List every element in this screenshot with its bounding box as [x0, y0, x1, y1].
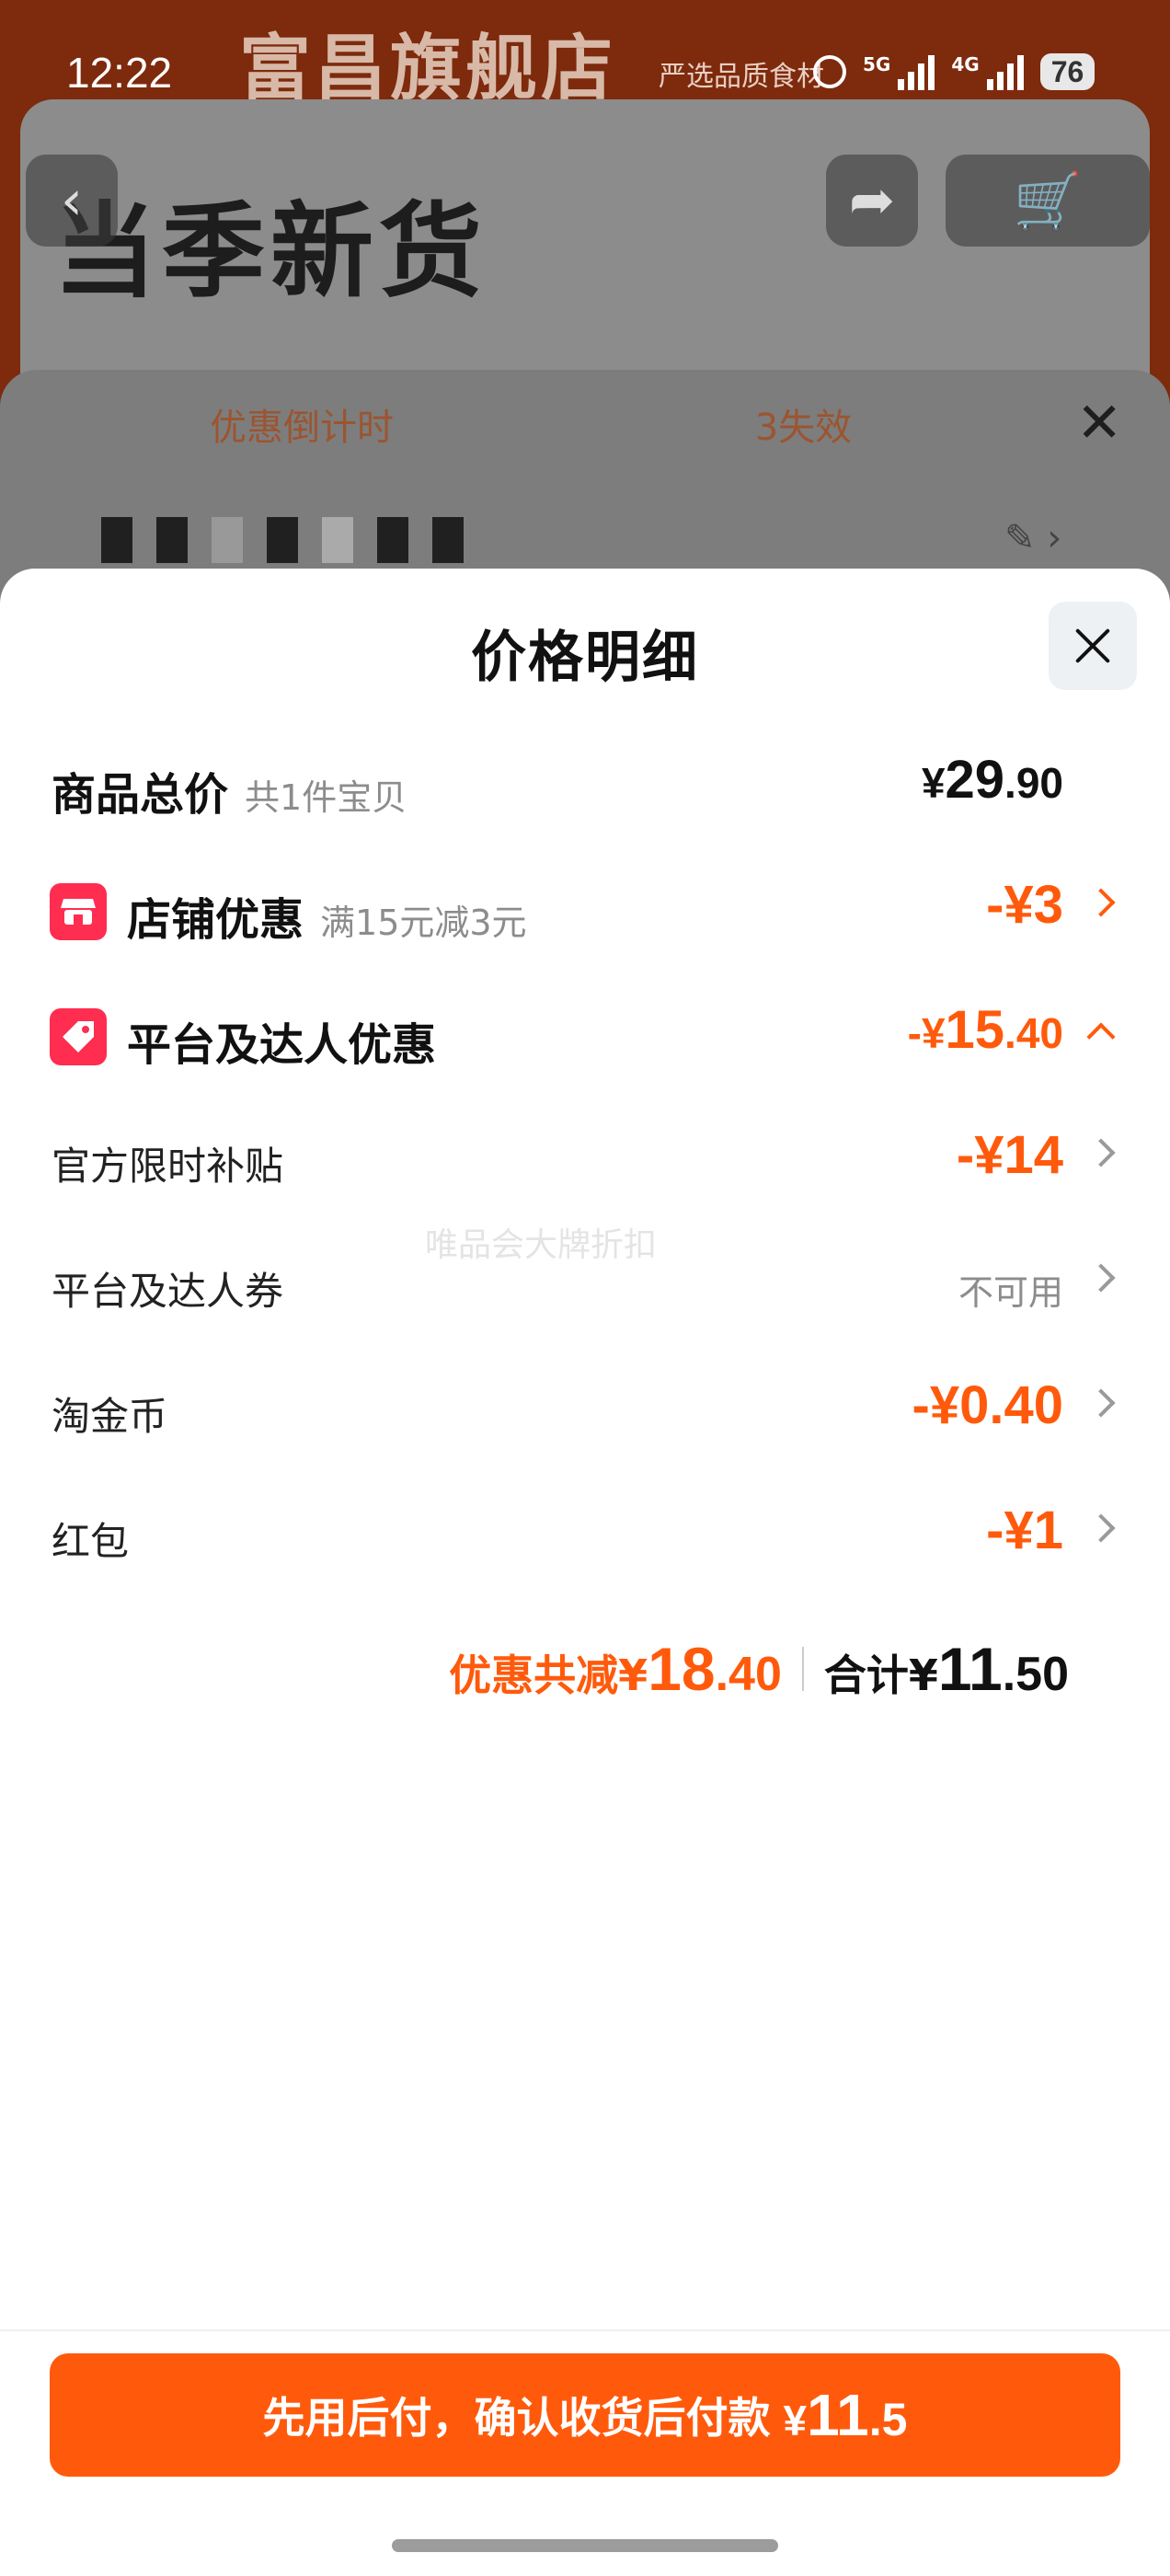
sheet-title: 价格明细 [471, 626, 699, 690]
sub-item-row[interactable]: 官方限时补贴 -¥14 [0, 1111, 1170, 1203]
close-icon [1073, 627, 1112, 665]
total-label: 合计¥ [823, 1650, 938, 1700]
sub-item-label: 官方限时补贴 [52, 1144, 284, 1189]
total-amount: 11.50 [937, 1635, 1069, 1703]
platform-discount-row[interactable]: 平台及达人优惠 -¥15.40 [0, 986, 1170, 1078]
goods-total-row: 商品总价 共1件宝贝 ¥29.90 [0, 736, 1170, 828]
price-summary: 优惠共减¥ 18.40 合计¥ 11.50 [449, 1634, 1069, 1704]
battery-level: 76 [1039, 53, 1095, 90]
goods-count-hint: 共1件宝贝 [245, 777, 407, 818]
chevron-right-icon [1086, 1388, 1116, 1418]
shop-discount-amount: -¥3 [986, 875, 1063, 935]
platform-discount-label: 平台及达人优惠 [127, 1019, 437, 1071]
sub-item-amount: -¥0.40 [912, 1375, 1063, 1435]
summary-divider [801, 1647, 804, 1691]
sub-item-status: 不可用 [958, 1272, 1063, 1313]
chevron-right-icon [1086, 1513, 1116, 1543]
edit-icon: ✎ › [1004, 517, 1062, 559]
sub-item-label: 平台及达人券 [52, 1269, 284, 1314]
sub-item-amount: -¥14 [956, 1125, 1063, 1185]
goods-total-label: 商品总价 [52, 769, 229, 821]
signal-icon-2 [986, 53, 1024, 90]
sub-item-amount: -¥1 [986, 1501, 1063, 1560]
sub-item-label: 淘金币 [52, 1394, 168, 1439]
status-icons: 5G 4G 76 [813, 53, 1095, 90]
chevron-right-icon [1086, 888, 1116, 917]
status-bar: 12:22 5G 4G 76 [0, 0, 1170, 138]
sub-item-row[interactable]: 红包 -¥1 [0, 1487, 1170, 1579]
store-icon [50, 883, 107, 940]
pixelated-address [101, 517, 464, 563]
tag-icon [50, 1008, 107, 1065]
pay-button-label: 先用后付，确认收货后付款 [262, 2393, 771, 2443]
close-button[interactable] [1049, 602, 1137, 690]
footer-divider [0, 2329, 1170, 2331]
cart-icon: 🛒 [946, 155, 1150, 247]
price-detail-sheet: 价格明细 商品总价 共1件宝贝 ¥29.90 店铺优惠 满15元减3元 -¥3 平台… [0, 569, 1170, 2576]
signal-icon [898, 53, 935, 90]
pay-button-price: ¥11.5 [783, 2382, 908, 2448]
product-headline: 当季新货 [53, 192, 488, 312]
goods-total-amount: ¥29.90 [921, 750, 1063, 810]
shop-discount-hint: 满15元减3元 [320, 903, 527, 943]
chevron-right-icon [1086, 1263, 1116, 1293]
countdown-text: 优惠倒计时 3失效 [210, 407, 853, 449]
sub-item-row[interactable]: 淘金币 -¥0.40 [0, 1362, 1170, 1454]
back-icon: ‹ [26, 155, 118, 247]
alarm-icon [813, 55, 846, 88]
chevron-up-icon [1086, 1022, 1116, 1052]
share-icon: ➦ [826, 155, 918, 247]
home-indicator[interactable] [392, 2539, 778, 2552]
background-close-icon: ✕ [1076, 391, 1123, 455]
shop-discount-label: 店铺优惠 [127, 894, 304, 946]
sub-item-label: 红包 [52, 1519, 130, 1564]
network-label-1: 5G [863, 53, 891, 75]
chevron-right-icon [1086, 1138, 1116, 1167]
status-time: 12:22 [66, 49, 173, 97]
savings-amount: 18.40 [648, 1635, 782, 1703]
pay-later-button[interactable]: 先用后付，确认收货后付款 ¥11.5 [50, 2353, 1120, 2477]
shop-discount-row[interactable]: 店铺优惠 满15元减3元 -¥3 [0, 861, 1170, 953]
network-label-2: 4G [951, 53, 980, 75]
platform-discount-amount: -¥15.40 [907, 1000, 1063, 1060]
savings-label: 优惠共减¥ [449, 1650, 648, 1700]
sub-item-row[interactable]: 平台及达人券 不可用 [0, 1236, 1170, 1328]
